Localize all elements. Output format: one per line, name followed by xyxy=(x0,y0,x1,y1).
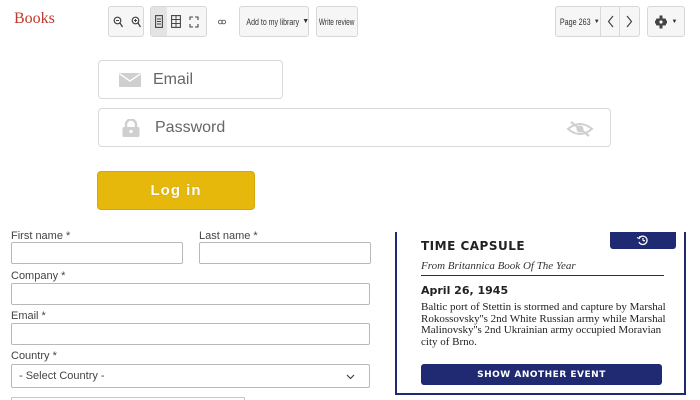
zoom-out-button[interactable] xyxy=(109,7,127,36)
link-button[interactable] xyxy=(212,6,232,37)
page-navigation-group: Page 263 ▼ xyxy=(555,6,640,37)
time-capsule-subtitle: From Britannica Book Of The Year xyxy=(421,260,576,272)
page-select-label: Page 263 xyxy=(560,16,591,27)
zoom-in-button[interactable] xyxy=(127,7,145,36)
lock-icon xyxy=(119,118,143,137)
zoom-in-icon xyxy=(131,16,141,27)
chevron-left-icon xyxy=(607,15,614,28)
event-description: Baltic port of Stettin is stormed and ca… xyxy=(421,301,666,348)
eye-slash-icon[interactable] xyxy=(566,121,594,142)
add-to-library-label: Add to my library xyxy=(246,16,299,27)
event-date: April 26, 1945 xyxy=(421,284,509,297)
company-input[interactable] xyxy=(11,283,370,305)
email-field[interactable] xyxy=(98,60,360,99)
thumbnail-grid-icon xyxy=(171,15,181,28)
settings-button[interactable]: ▼ xyxy=(647,6,685,37)
history-clock-icon xyxy=(636,235,648,246)
add-to-library-button[interactable]: Add to my library ▼ xyxy=(239,6,309,37)
chevron-right-icon xyxy=(626,15,633,28)
country-select[interactable]: - Select Country - xyxy=(11,364,370,388)
link-icon xyxy=(218,19,226,24)
thumbnail-view-button[interactable] xyxy=(167,7,185,36)
time-capsule-title: TIME CAPSULE xyxy=(421,239,526,253)
register-email-input[interactable] xyxy=(11,323,370,345)
show-another-event-button[interactable]: SHOW ANOTHER EVENT xyxy=(421,364,662,385)
fullscreen-button[interactable] xyxy=(185,7,203,36)
zoom-group xyxy=(108,6,144,37)
caret-down-icon: ▼ xyxy=(593,18,600,25)
page-select[interactable]: Page 263 ▼ xyxy=(556,7,600,36)
gear-icon xyxy=(654,15,667,28)
single-page-view-button[interactable] xyxy=(151,7,167,36)
country-label: Country * xyxy=(11,350,57,362)
password-field[interactable] xyxy=(98,108,611,147)
caret-down-icon: ▼ xyxy=(671,18,678,25)
email-input[interactable] xyxy=(153,70,360,89)
divider xyxy=(421,275,664,276)
write-review-button[interactable]: Write review xyxy=(316,6,358,37)
login-button[interactable]: Log in xyxy=(97,171,255,210)
company-label: Company * xyxy=(11,270,66,282)
first-name-label: First name * xyxy=(11,230,71,242)
history-tab[interactable] xyxy=(610,232,676,249)
fullscreen-icon xyxy=(189,15,199,28)
envelope-icon xyxy=(119,72,141,87)
first-name-input[interactable] xyxy=(11,242,183,264)
write-review-label: Write review xyxy=(319,16,355,27)
caret-down-icon: ▼ xyxy=(302,18,310,25)
single-page-icon xyxy=(155,15,163,28)
last-name-label: Last name * xyxy=(199,230,258,242)
previous-page-button[interactable] xyxy=(601,7,620,36)
email-label: Email * xyxy=(11,310,46,322)
country-select-value: - Select Country - xyxy=(19,370,105,382)
last-name-input[interactable] xyxy=(199,242,371,264)
next-page-button[interactable] xyxy=(620,7,639,36)
password-input[interactable] xyxy=(155,118,610,137)
time-capsule-widget: TIME CAPSULE From Britannica Book Of The… xyxy=(395,232,686,395)
brand-title[interactable]: Books xyxy=(14,10,55,28)
chevron-down-icon xyxy=(346,371,355,383)
zoom-out-icon xyxy=(113,16,123,27)
view-mode-group xyxy=(150,6,207,37)
